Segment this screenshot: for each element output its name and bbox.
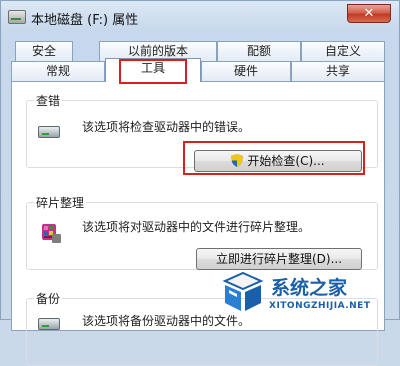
error-check-title: 查错 [34, 92, 63, 109]
error-check-description: 该选项将检查驱动器中的错误。 [82, 120, 251, 134]
title-bar[interactable]: 本地磁盘 (F:) 属性 ✕ [1, 1, 400, 33]
backup-title: 备份 [34, 290, 63, 307]
tab-customize[interactable]: 自定义 [301, 41, 385, 61]
tools-tab-highlight [119, 59, 187, 84]
close-button[interactable]: ✕ [347, 4, 391, 23]
watermark-logo-icon [222, 271, 264, 311]
watermark-url: XITONGZHIJIA.NET [269, 301, 371, 311]
tab-quota[interactable]: 配额 [217, 41, 301, 61]
drive-icon [38, 126, 60, 138]
properties-window: 本地磁盘 (F:) 属性 ✕ 安全 以前的版本 配额 自定义 常规 工具 硬件 … [0, 0, 400, 366]
tab-hardware[interactable]: 硬件 [201, 61, 291, 81]
defrag-icon [42, 224, 61, 243]
drive-title-icon [8, 10, 26, 24]
defrag-now-button[interactable]: 立即进行碎片整理(D)... [196, 248, 362, 270]
watermark-brand: 系统之家 [271, 277, 348, 299]
defrag-title: 碎片整理 [34, 194, 87, 211]
defrag-description: 该选项将对驱动器中的文件进行碎片整理。 [82, 220, 311, 234]
tab-sharing[interactable]: 共享 [291, 61, 385, 81]
window-title: 本地磁盘 (F:) 属性 [31, 13, 139, 28]
tab-general[interactable]: 常规 [11, 61, 105, 81]
tab-security[interactable]: 安全 [15, 41, 73, 61]
start-check-highlight [183, 141, 365, 175]
